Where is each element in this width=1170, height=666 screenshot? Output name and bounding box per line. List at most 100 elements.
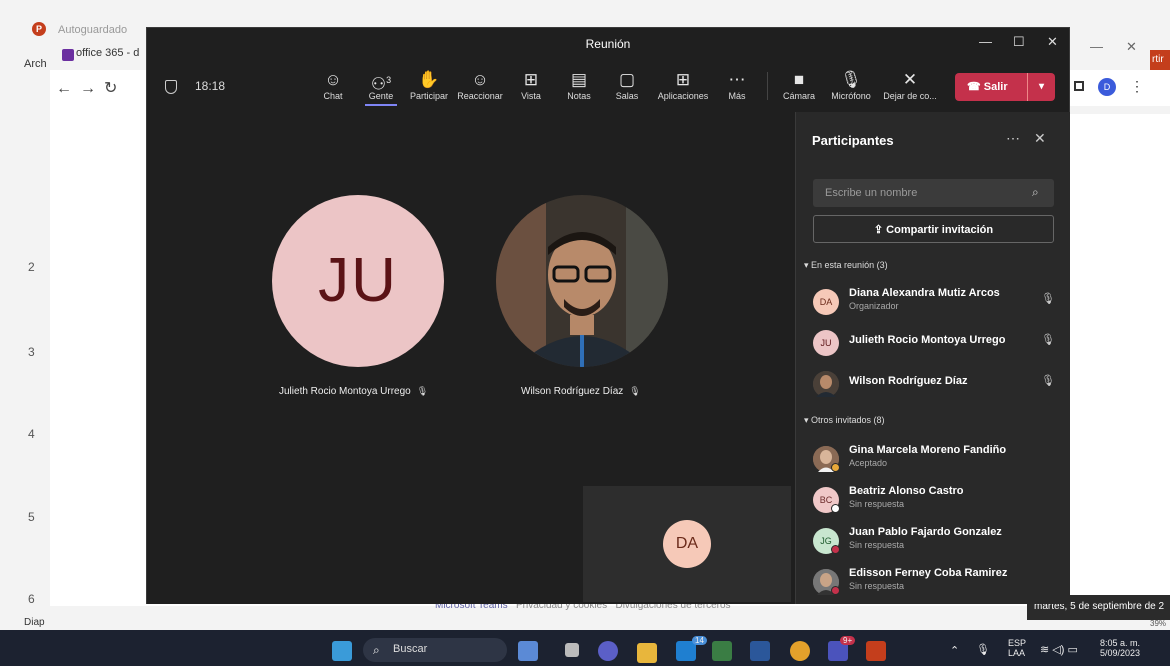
slide-number[interactable]: 2 <box>28 260 35 274</box>
raise-hand-button[interactable]: ✋ Participar <box>407 69 451 101</box>
participant-video-wilson[interactable] <box>496 195 668 367</box>
browser-tab[interactable]: office 365 - d <box>58 44 148 66</box>
rooms-button[interactable]: ▢ Salas <box>613 69 641 101</box>
status-accepted-icon <box>831 463 840 472</box>
mic-off-icon[interactable]: 🎙 <box>976 643 990 656</box>
wifi-volume-battery-icons[interactable]: ≋ ◁) ▭ <box>1040 643 1078 656</box>
more-icon[interactable]: ⋯ <box>1006 130 1020 147</box>
chevron-up-icon[interactable]: ⌃ <box>950 644 959 657</box>
view-icon: ⊞ <box>523 70 539 89</box>
invitee-name: Gina Marcela Moreno Fandiño <box>849 444 1007 456</box>
task-view-icon[interactable] <box>565 643 579 657</box>
clock[interactable]: 8:05 a. m. 5/09/2023 <box>1100 638 1140 658</box>
invitee-name: Beatriz Alonso Castro <box>849 485 964 497</box>
avatar: JU <box>813 330 839 356</box>
raise-hand-icon: ✋ <box>418 70 440 89</box>
meeting-timer: 18:18 <box>195 79 226 93</box>
person-photo <box>496 195 668 367</box>
slide-number[interactable]: 4 <box>28 427 35 441</box>
participant-avatar-ju[interactable]: JU <box>272 195 444 367</box>
profile-avatar[interactable]: D <box>1098 78 1116 96</box>
sidebar-toggle-icon[interactable] <box>1074 81 1084 91</box>
taskbar-search-input[interactable]: Buscar <box>363 638 507 662</box>
mic-off-icon: 🎙 <box>1041 375 1055 387</box>
invitee-row[interactable]: Gina Marcela Moreno Fandiño Aceptado <box>813 442 1063 478</box>
word-icon[interactable] <box>750 641 770 661</box>
powerpoint-icon[interactable]: P <box>32 22 46 36</box>
rooms-icon: ▢ <box>618 70 636 89</box>
minimize-icon[interactable]: — <box>1090 39 1103 54</box>
microphone-button[interactable]: 🎙 Micrófono <box>827 69 875 101</box>
person-photo <box>813 371 839 397</box>
leave-button[interactable]: ☎ Salir ▾ <box>955 73 1055 101</box>
minimize-icon[interactable]: — <box>979 34 992 49</box>
invitee-row[interactable]: JG Juan Pablo Fajardo Gonzalez Sin respu… <box>813 524 1063 560</box>
powerpoint-taskbar-icon[interactable] <box>866 641 886 661</box>
more-icon: ⋯ <box>728 70 746 89</box>
maximize-icon[interactable]: ☐ <box>1013 34 1025 50</box>
browser-nav-buttons[interactable]: ←→↻ <box>50 70 150 106</box>
invitee-name: Juan Pablo Fajardo Gonzalez <box>849 526 1002 538</box>
avatar: DA <box>813 289 839 315</box>
section-header-in-meeting[interactable]: ▾ En esta reunión (3) <box>804 260 888 271</box>
widgets-icon[interactable] <box>518 641 538 661</box>
invitee-status: Sin respuesta <box>849 499 905 509</box>
autosave-label[interactable]: Autoguardado <box>58 24 127 36</box>
status-no-response-icon <box>831 545 840 554</box>
chevron-down-icon[interactable]: ▾ <box>1027 73 1055 101</box>
stop-share-icon: ✕ <box>902 70 918 89</box>
share-invite-button[interactable]: ⇪ Compartir invitación <box>813 215 1054 243</box>
invitee-row[interactable]: Edisson Ferney Coba Ramirez Sin respuest… <box>813 565 1063 601</box>
browser-toolbar-right <box>1070 70 1170 106</box>
store-icon[interactable] <box>712 641 732 661</box>
taskbar <box>0 630 1170 666</box>
ribbon-tab-file[interactable]: Arch <box>24 58 47 70</box>
mic-off-icon: 🎙 <box>1041 334 1055 346</box>
invitee-status: Aceptado <box>849 458 888 468</box>
mic-off-icon: 🎙 <box>840 70 862 89</box>
more-button[interactable]: ⋯ Más <box>723 69 751 101</box>
language-indicator[interactable]: ESP LAA <box>1008 638 1026 658</box>
chrome-icon[interactable] <box>790 641 810 661</box>
avatar <box>813 371 839 397</box>
slide-number[interactable]: 5 <box>28 510 35 524</box>
mic-off-icon: 🎙 <box>629 386 641 396</box>
toolbar-divider <box>767 72 768 100</box>
notes-button[interactable]: ▤ Notas <box>565 69 593 101</box>
browser-menu-icon[interactable]: ⋮ <box>1130 78 1144 95</box>
status-no-response-icon <box>831 504 840 513</box>
meeting-stage: JU Julieth Rocio Montoya Urrego 🎙 Wilson … <box>147 112 795 604</box>
participant-row[interactable]: JU Julieth Rocio Montoya Urrego 🎙 <box>813 326 1063 362</box>
section-header-others[interactable]: ▾ Otros invitados (8) <box>804 415 885 426</box>
zoom-level[interactable]: 39% <box>1150 619 1166 628</box>
participant-row[interactable]: DA Diana Alexandra Mutiz Arcos Organizad… <box>813 285 1063 321</box>
teams-meeting-window: Reunión — ☐ ✕ 18:18 ☺ Chat ⚇3 Gente ✋ Parti… <box>146 27 1070 604</box>
view-button[interactable]: ⊞ Vista <box>517 69 545 101</box>
slide-number[interactable]: 6 <box>28 592 35 606</box>
participant-name-label: Julieth Rocio Montoya Urrego 🎙 <box>279 386 429 397</box>
camera-button[interactable]: ■ Cámara <box>781 69 817 101</box>
browser-action-button[interactable]: rtir <box>1150 50 1170 72</box>
react-button[interactable]: ☺ Reaccionar <box>455 69 505 101</box>
participant-search-input[interactable]: Escribe un nombre <box>813 179 1054 207</box>
participant-row[interactable]: Wilson Rodríguez Díaz 🎙 <box>813 367 1063 403</box>
browser-tab-title: office 365 - d <box>76 47 140 59</box>
chat-icon: ☺ <box>324 70 342 89</box>
apps-button[interactable]: ⊞ Aplicaciones <box>655 69 711 101</box>
close-icon[interactable]: ✕ <box>1034 130 1046 147</box>
people-icon: ⚇3 <box>370 74 392 94</box>
file-explorer-icon[interactable] <box>637 643 657 663</box>
chat-button[interactable]: ☺ Chat <box>319 69 347 101</box>
invitee-status: Sin respuesta <box>849 540 905 550</box>
invitee-status: Sin respuesta <box>849 581 905 591</box>
teams-chat-icon[interactable] <box>598 641 618 661</box>
stop-sharing-button[interactable]: ✕ Dejar de co... <box>879 69 941 101</box>
close-icon[interactable]: ✕ <box>1126 39 1137 55</box>
slide-number[interactable]: 3 <box>28 345 35 359</box>
start-icon[interactable] <box>332 641 352 661</box>
people-button[interactable]: ⚇3 Gente <box>365 69 397 106</box>
invitee-row[interactable]: BC Beatriz Alonso Castro Sin respuesta <box>813 483 1063 519</box>
camera-off-icon: ■ <box>793 70 805 89</box>
close-icon[interactable]: ✕ <box>1047 34 1058 50</box>
self-view-tile[interactable]: DA <box>583 486 791 602</box>
